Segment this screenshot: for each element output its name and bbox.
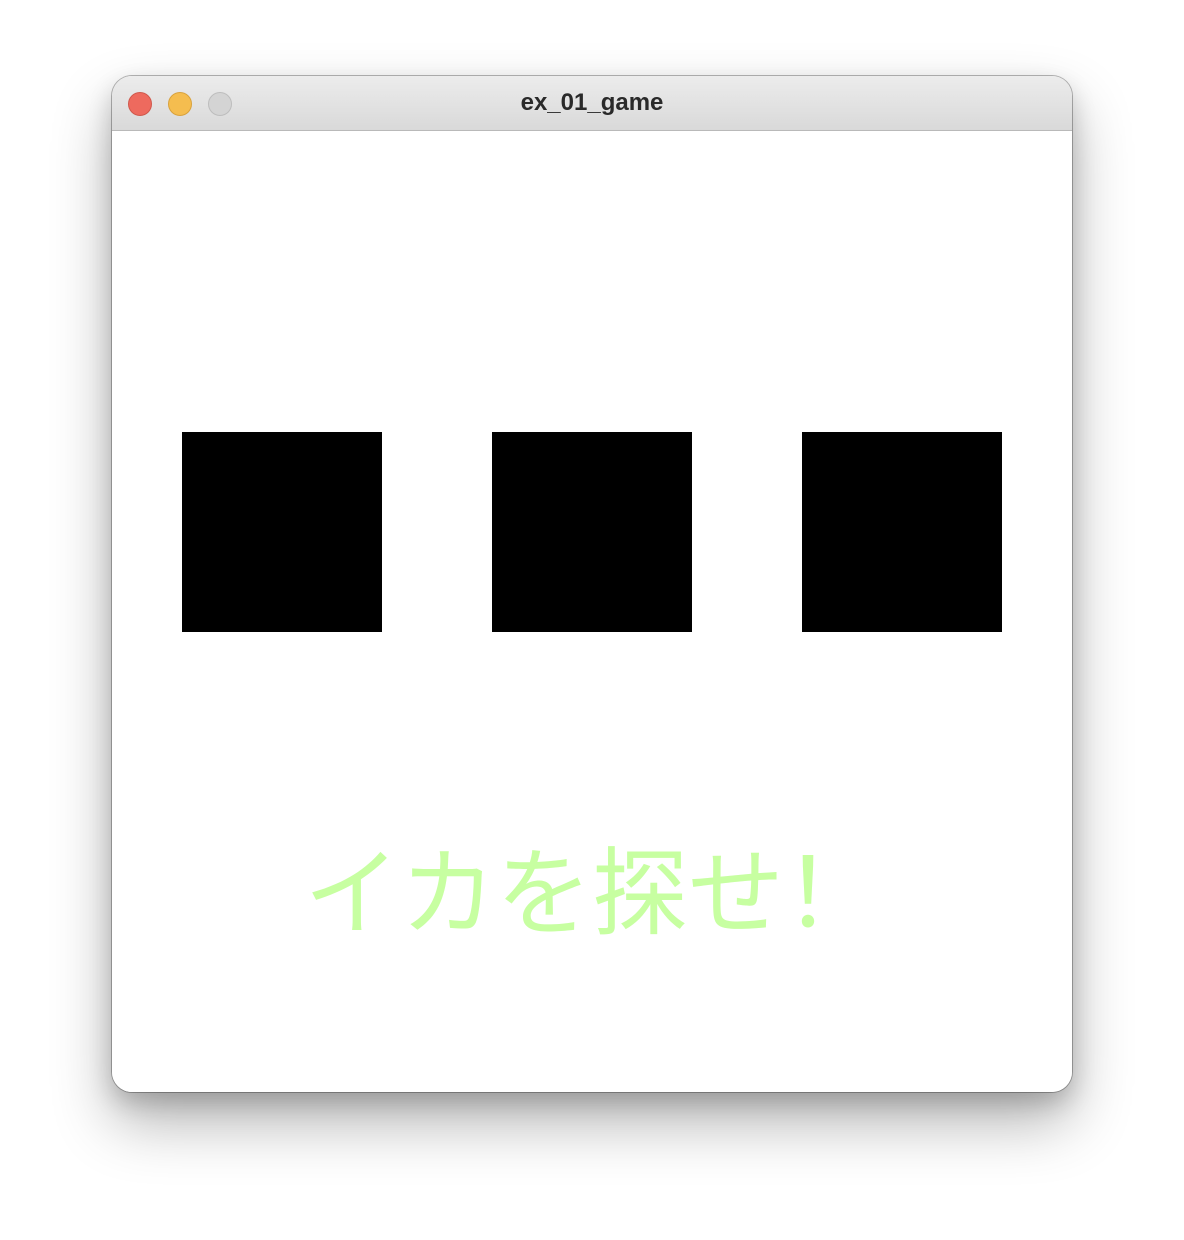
app-window: ex_01_game イカを探せ！: [112, 76, 1072, 1092]
game-message: イカを探せ！: [304, 838, 880, 950]
hidden-tile-3[interactable]: [802, 432, 1002, 632]
hidden-tile-2[interactable]: [492, 432, 692, 632]
hidden-tile-1[interactable]: [182, 432, 382, 632]
window-title: ex_01_game: [520, 89, 664, 116]
title-bar[interactable]: ex_01_game: [112, 76, 1072, 131]
game-canvas[interactable]: イカを探せ！: [112, 131, 1072, 1092]
